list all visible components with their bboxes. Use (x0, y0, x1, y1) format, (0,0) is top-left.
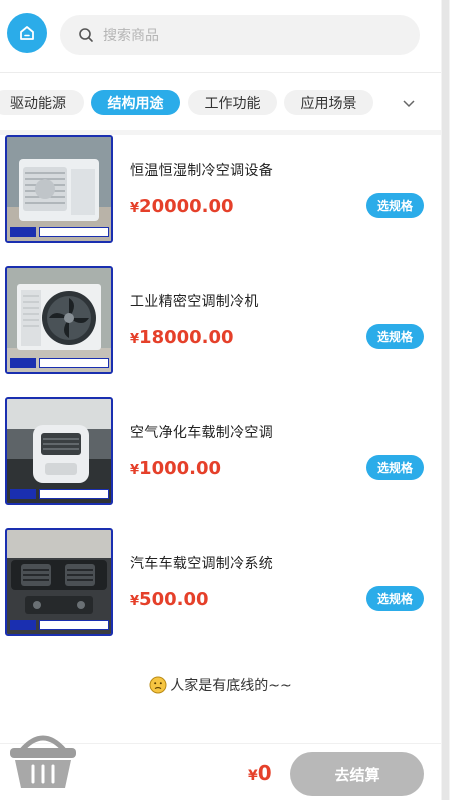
scrollbar-thumb[interactable] (442, 0, 449, 800)
select-spec-button[interactable]: 选规格 (366, 193, 424, 218)
industrial-ac-unit-image (7, 268, 111, 372)
list-end-note: 人家是有底线的~~ (0, 675, 441, 695)
product-item[interactable]: 空气净化车载制冷空调 ¥1000.00 选规格 (0, 397, 441, 507)
tab-work-function[interactable]: 工作功能 (188, 90, 277, 115)
product-list-page: 搜索商品 驱动能源 结构用途 工作功能 应用场景 恒温恒湿制冷空调设备 ¥200… (0, 0, 450, 800)
tabs-expand-button[interactable] (398, 94, 420, 114)
cart-total: ¥0 (248, 761, 272, 785)
end-note-text: 人家是有底线的~~ (170, 678, 292, 694)
product-image (5, 135, 113, 243)
car-air-purifier-image (7, 399, 111, 503)
search-icon (79, 28, 93, 42)
cart-button[interactable] (8, 730, 78, 792)
thumb-badge (10, 358, 36, 368)
thumb-badge (10, 620, 36, 630)
thumb-strip (39, 358, 109, 368)
product-price: ¥20000.00 (130, 196, 234, 217)
select-spec-button[interactable]: 选规格 (366, 586, 424, 611)
select-spec-button[interactable]: 选规格 (366, 324, 424, 349)
car-dashboard-vents-image (7, 530, 111, 634)
thumb-badge (10, 227, 36, 237)
product-price: ¥500.00 (130, 589, 209, 610)
header: 搜索商品 (0, 0, 441, 72)
product-item[interactable]: 恒温恒湿制冷空调设备 ¥20000.00 选规格 (0, 135, 441, 245)
outdoor-ac-unit-image (7, 137, 111, 241)
product-item[interactable]: 汽车车载空调制冷系统 ¥500.00 选规格 (0, 528, 441, 638)
product-name: 汽车车载空调制冷系统 (130, 556, 273, 572)
thumb-badge (10, 489, 36, 499)
header-divider (0, 72, 441, 73)
category-tabs: 驱动能源 结构用途 工作功能 应用场景 (0, 88, 441, 118)
product-item[interactable]: 工业精密空调制冷机 ¥18000.00 选规格 (0, 266, 441, 376)
thumb-strip (39, 489, 109, 499)
home-icon (20, 26, 34, 40)
tab-application-scene[interactable]: 应用场景 (284, 90, 373, 115)
tab-drive-energy[interactable]: 驱动能源 (0, 90, 84, 115)
chevron-down-icon (403, 100, 415, 108)
sad-face-icon (149, 676, 167, 694)
select-spec-button[interactable]: 选规格 (366, 455, 424, 480)
basket-icon (10, 735, 76, 788)
thumb-strip (39, 620, 109, 630)
tab-structure-usage[interactable]: 结构用途 (91, 90, 180, 115)
thumb-strip (39, 227, 109, 237)
home-button[interactable] (7, 13, 47, 53)
product-image (5, 528, 113, 636)
product-name: 工业精密空调制冷机 (130, 294, 259, 310)
search-input[interactable]: 搜索商品 (60, 15, 420, 55)
checkout-button[interactable]: 去结算 (290, 752, 424, 796)
search-placeholder: 搜索商品 (103, 28, 159, 44)
product-image (5, 266, 113, 374)
product-name: 恒温恒湿制冷空调设备 (130, 163, 273, 179)
product-image (5, 397, 113, 505)
product-price: ¥1000.00 (130, 458, 222, 479)
product-name: 空气净化车载制冷空调 (130, 425, 273, 441)
product-price: ¥18000.00 (130, 327, 234, 348)
